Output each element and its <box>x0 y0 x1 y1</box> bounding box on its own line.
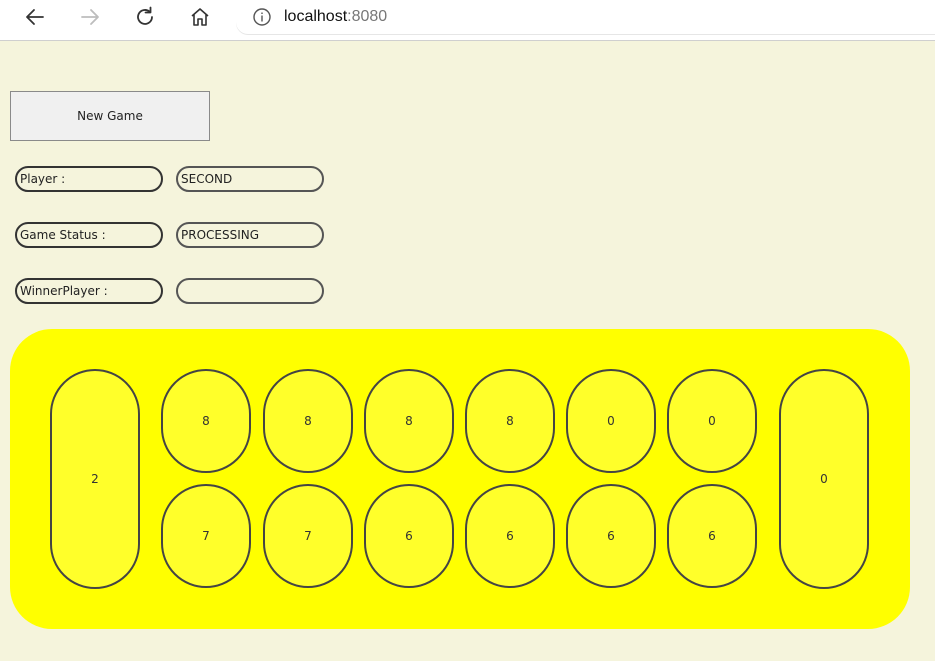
winner-player-label: WinnerPlayer : <box>15 278 163 304</box>
top-pit-5[interactable]: 0 <box>566 369 656 473</box>
bottom-pit-4[interactable]: 6 <box>465 484 555 588</box>
back-arrow-icon <box>26 9 44 25</box>
forward-button[interactable] <box>74 3 106 31</box>
top-pit-1[interactable]: 8 <box>161 369 251 473</box>
home-button[interactable] <box>184 3 216 31</box>
bottom-pit-5[interactable]: 6 <box>566 484 656 588</box>
address-bar[interactable]: localhost:8080 <box>236 0 935 34</box>
left-store: 2 <box>50 369 140 589</box>
bottom-pit-2[interactable]: 7 <box>263 484 353 588</box>
info-icon[interactable] <box>252 7 272 27</box>
forward-arrow-icon <box>81 9 99 25</box>
bottom-pit-6[interactable]: 6 <box>667 484 757 588</box>
player-label: Player : <box>15 166 163 192</box>
player-value-field: SECOND <box>176 166 324 192</box>
winner-player-value-field <box>176 278 324 304</box>
url-host: localhost <box>284 8 348 25</box>
mancala-board: 2 8 8 8 8 0 0 7 7 6 6 6 6 0 <box>10 329 910 629</box>
game-status-value-field: PROCESSING <box>176 222 324 248</box>
right-store: 0 <box>779 369 869 589</box>
browser-toolbar: localhost:8080 <box>0 0 935 41</box>
bottom-pit-3[interactable]: 6 <box>364 484 454 588</box>
game-status-label: Game Status : <box>15 222 163 248</box>
top-pit-6[interactable]: 0 <box>667 369 757 473</box>
top-pit-2[interactable]: 8 <box>263 369 353 473</box>
url-port: :8080 <box>347 8 388 25</box>
new-game-button[interactable]: New Game <box>10 91 210 141</box>
back-button[interactable] <box>19 3 51 31</box>
reload-button[interactable] <box>129 3 161 31</box>
home-icon <box>191 8 209 26</box>
reload-icon <box>137 6 153 25</box>
top-pit-3[interactable]: 8 <box>364 369 454 473</box>
top-pit-4[interactable]: 8 <box>465 369 555 473</box>
bottom-pit-1[interactable]: 7 <box>161 484 251 588</box>
